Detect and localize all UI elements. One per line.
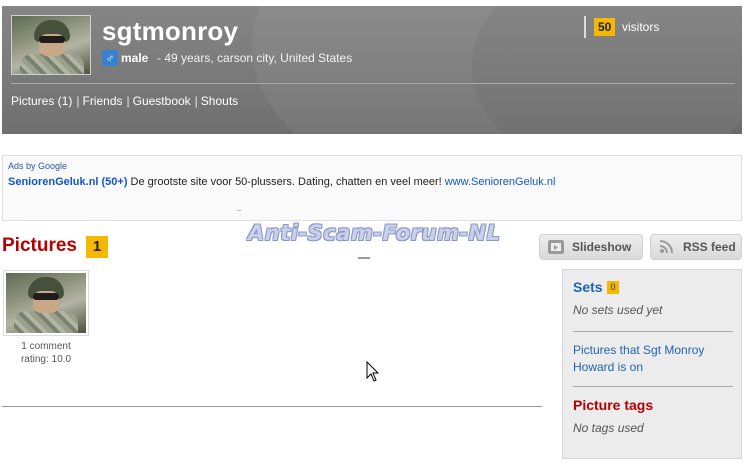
nav-separator: | xyxy=(76,94,80,108)
thumb-figure-goggles xyxy=(33,293,59,300)
picture-thumbnail[interactable] xyxy=(3,270,89,336)
picture-rating: rating: 10.0 xyxy=(20,354,72,365)
profile-details: - 49 years, carson city, United States xyxy=(157,51,353,65)
ad-url-link[interactable]: www.SeniorenGeluk.nl xyxy=(445,176,556,188)
pictures-count-badge: 1 xyxy=(86,236,108,258)
male-symbol-icon: ♂ xyxy=(102,50,118,66)
nav-separator: | xyxy=(194,94,198,108)
ad-line: SeniorenGeluk.nl (50+) De grootste site v… xyxy=(8,176,555,188)
sets-count-badge: 0 xyxy=(607,281,619,294)
rss-feed-button[interactable]: RSS feed xyxy=(650,234,742,260)
mouse-cursor-icon xyxy=(366,361,380,382)
rss-icon xyxy=(659,240,673,254)
sets-title[interactable]: Sets xyxy=(573,279,603,295)
pictures-title: Pictures xyxy=(2,235,77,256)
avatar[interactable] xyxy=(11,15,91,75)
nav-friends[interactable]: Friends xyxy=(82,94,122,108)
picture-thumbnail-image xyxy=(6,273,86,333)
nav-pictures[interactable]: Pictures (1) xyxy=(11,94,72,108)
thumb-figure-body xyxy=(14,311,78,333)
sidebar: Sets 0 No sets used yet Pictures that Sg… xyxy=(562,269,742,459)
visitor-label: visitors xyxy=(622,20,660,34)
tagged-pictures-link[interactable]: Pictures that Sgt Monroy Howard is on xyxy=(573,342,733,376)
watermark: Anti-Scam-Forum-NL xyxy=(248,221,501,245)
profile-username: sgtmonroy xyxy=(102,16,239,46)
ads-by-google-link[interactable]: Ads by Google xyxy=(8,161,67,171)
content-divider xyxy=(2,406,542,407)
slideshow-button[interactable]: Slideshow xyxy=(539,234,643,260)
nav-separator: | xyxy=(126,94,130,108)
tags-empty-text: No tags used xyxy=(573,421,644,435)
sidebar-divider xyxy=(573,386,733,387)
picture-comments-link[interactable]: 1 comment xyxy=(3,340,89,353)
slideshow-icon xyxy=(548,240,564,254)
picture-meta: 1 comment rating: 10.0 xyxy=(3,340,89,366)
profile-header: sgtmonroy ♂ male - 49 years, carson city… xyxy=(2,6,742,134)
ads-box: Ads by Google SeniorenGeluk.nl (50+) De g… xyxy=(2,155,742,221)
nav-guestbook[interactable]: Guestbook xyxy=(133,94,191,108)
nav-shouts[interactable]: Shouts xyxy=(201,94,238,108)
slideshow-label: Slideshow xyxy=(572,240,632,254)
rss-feed-label: RSS feed xyxy=(683,240,736,254)
sidebar-divider xyxy=(573,331,733,332)
ad-title-link[interactable]: SeniorenGeluk.nl (50+) xyxy=(8,176,128,188)
visitor-count-badge: 50 xyxy=(594,18,616,36)
avatar-figure-body xyxy=(20,54,84,74)
profile-nav: Pictures (1) | Friends | Guestbook | Shouts xyxy=(11,94,238,108)
sets-empty-text: No sets used yet xyxy=(573,303,663,317)
stray-mark xyxy=(358,257,370,259)
stray-mark xyxy=(237,210,241,211)
profile-gender: male xyxy=(121,51,149,65)
header-divider xyxy=(11,83,735,84)
ad-text: De grootste site voor 50-plussers. Datin… xyxy=(130,176,442,188)
avatar-figure-goggles xyxy=(39,36,65,43)
visitor-divider xyxy=(584,16,586,38)
picture-tags-title: Picture tags xyxy=(573,397,654,413)
